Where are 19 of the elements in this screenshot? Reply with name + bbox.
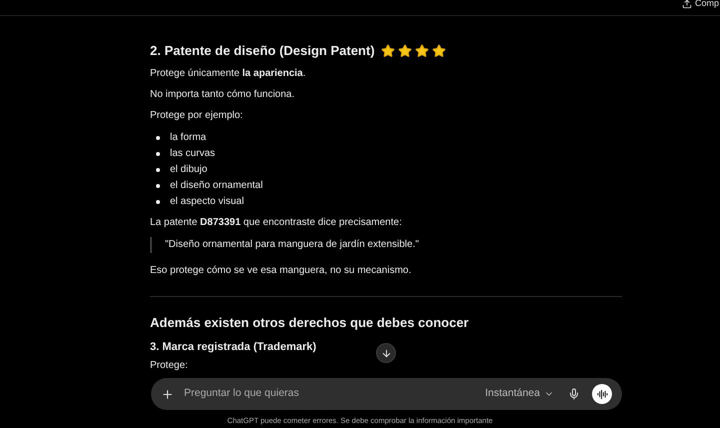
- message-input[interactable]: Preguntar lo que quieras: [184, 386, 486, 402]
- section-heading: Además existen otros derechos que debes conocer: [150, 316, 470, 330]
- paragraph: Protege:: [150, 360, 189, 372]
- section-heading: 2. Patente de diseño (Design Patent): [150, 44, 375, 58]
- model-selector[interactable]: Instantánea: [485, 386, 554, 402]
- list-item: el diseño ornamental: [170, 179, 263, 193]
- list-item: el aspecto visual: [170, 195, 244, 209]
- composer-field[interactable]: Preguntar lo que quieras Instantánea: [151, 378, 622, 410]
- paragraph: Eso protege cómo se ve esa manguera, no su mecanismo.: [150, 264, 412, 278]
- list-item: el dibujo: [170, 163, 208, 177]
- paragraph: Protege por ejemplo:: [150, 109, 244, 123]
- share-button[interactable]: Comp: [682, 0, 719, 10]
- list-item: las curvas: [170, 147, 216, 161]
- subheading: 3. Marca registrada (Trademark): [150, 340, 316, 354]
- paragraph: No importa tanto cómo funciona.: [150, 88, 296, 102]
- list-item: la forma: [170, 131, 206, 145]
- paragraph: La patente D873391 que encontraste dice precisamente:: [150, 216, 403, 230]
- quote: "Diseño ornamental para manguera de jardín extensible.": [150, 237, 622, 253]
- paragraph: Protege únicamente la apariencia.: [150, 67, 307, 81]
